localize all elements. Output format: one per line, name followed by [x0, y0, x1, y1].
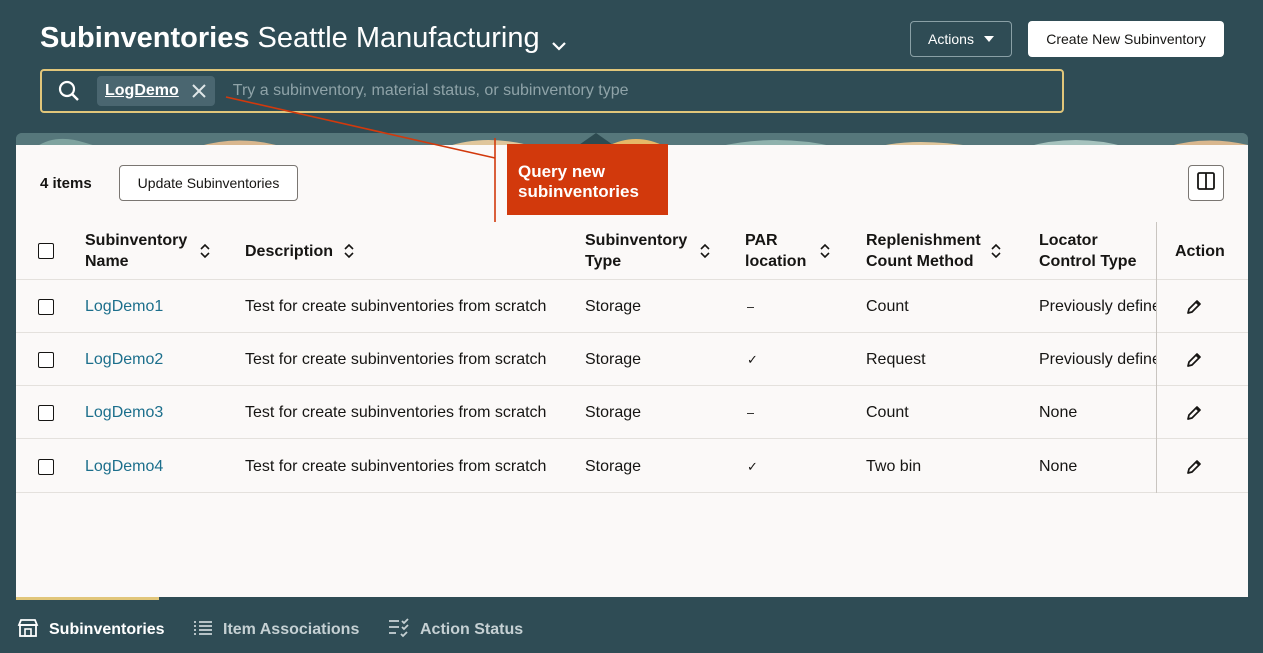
tab-label: Item Associations	[223, 621, 360, 638]
callout-pointer	[225, 96, 496, 222]
checklist-icon	[388, 617, 410, 643]
tab-item-associations[interactable]: Item Associations	[193, 619, 359, 641]
store-icon	[17, 618, 39, 643]
tab-label: Subinventories	[49, 621, 165, 638]
tab-label: Action Status	[420, 621, 524, 638]
bottom-navigation: Subinventories Item Associations Action …	[0, 597, 1263, 653]
annotation-callout: Query new subinventories	[507, 144, 668, 215]
tab-subinventories[interactable]: Subinventories	[17, 618, 165, 643]
tab-action-status[interactable]: Action Status	[388, 617, 524, 643]
active-tab-indicator	[16, 597, 159, 600]
list-icon	[193, 620, 213, 641]
